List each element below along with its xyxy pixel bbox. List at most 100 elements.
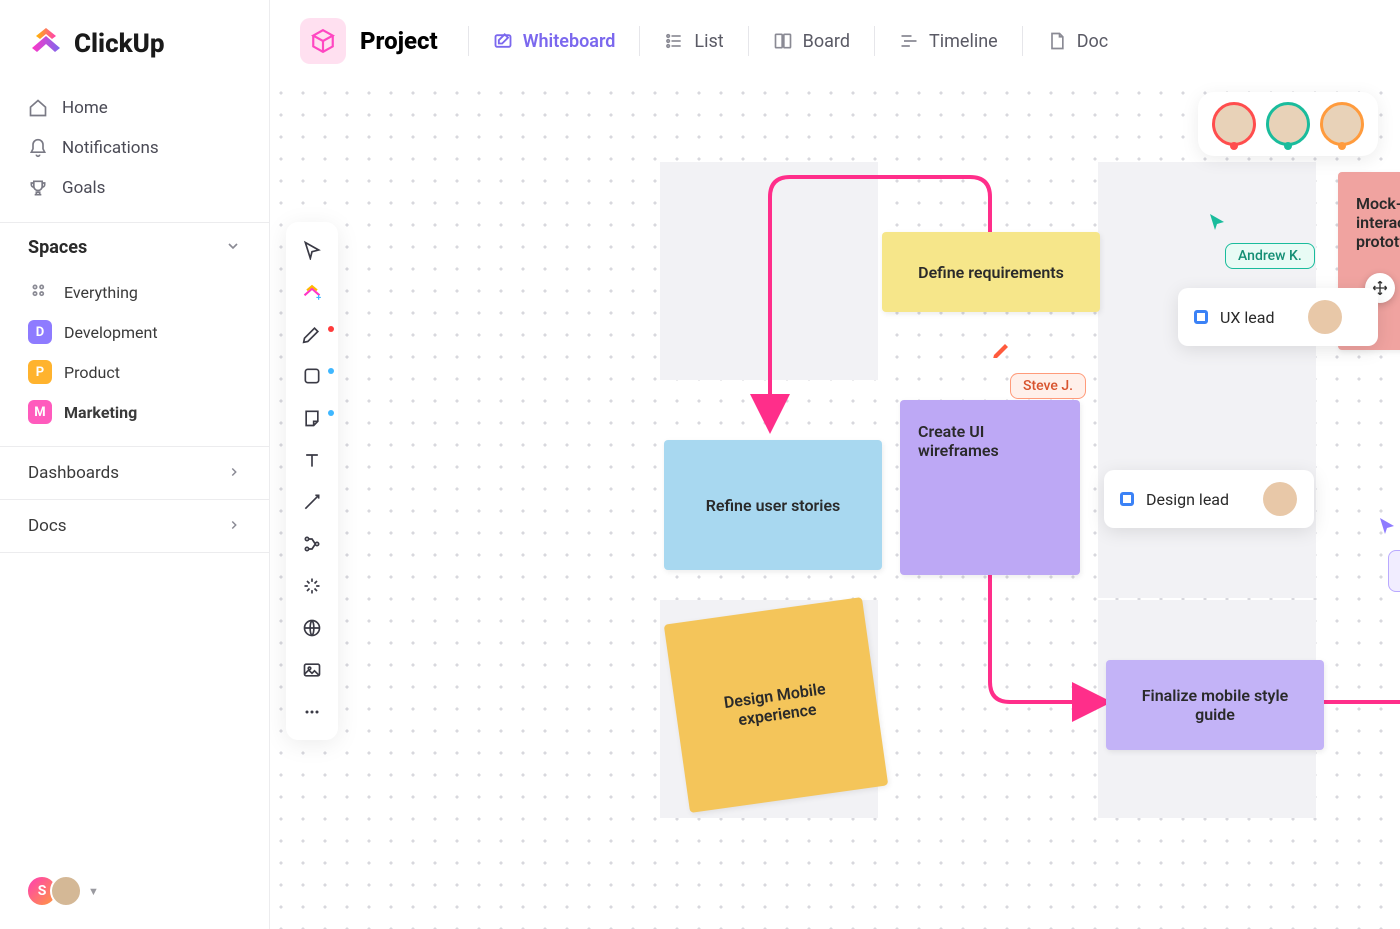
tool-clickup-create[interactable]: + — [292, 274, 332, 310]
tool-connector[interactable] — [292, 484, 332, 520]
assignee-avatar — [1308, 300, 1342, 334]
section-docs[interactable]: Docs — [0, 499, 269, 553]
tab-board-label: Board — [803, 31, 850, 52]
note-text: Finalize mobile style guide — [1124, 686, 1306, 724]
space-product-icon: P — [28, 360, 52, 384]
space-everything[interactable]: Everything — [18, 272, 251, 312]
list-icon — [664, 31, 684, 51]
note-text: Refine user stories — [706, 496, 841, 515]
space-marketing[interactable]: M Marketing — [18, 392, 251, 432]
tool-shape-square[interactable] — [292, 358, 332, 394]
collaborator-avatar[interactable] — [1266, 102, 1310, 146]
tab-whiteboard-label: Whiteboard — [523, 31, 616, 52]
user-menu[interactable]: S ▼ — [0, 853, 269, 929]
nav-notifications[interactable]: Notifications — [18, 128, 251, 168]
tool-text[interactable] — [292, 442, 332, 478]
collaborator-avatar[interactable] — [1212, 102, 1256, 146]
task-text: Design lead — [1146, 490, 1229, 509]
space-development[interactable]: D Development — [18, 312, 251, 352]
project-cube-icon — [300, 18, 346, 64]
timeline-icon — [899, 31, 919, 51]
nav-goals[interactable]: Goals — [18, 168, 251, 208]
space-product[interactable]: P Product — [18, 352, 251, 392]
sticky-note-wireframes[interactable]: Create UI wireframes — [900, 400, 1080, 575]
task-status-square — [1120, 492, 1134, 506]
nav-home-label: Home — [62, 98, 108, 118]
note-text: Create UI wireframes — [918, 422, 1062, 460]
whiteboard-canvas[interactable]: Define requirements Refine user stories … — [270, 82, 1400, 929]
sticky-note-mobile-exp[interactable]: Design Mobile experience — [664, 597, 888, 813]
clickup-logo-icon — [28, 24, 64, 64]
shade-block — [1098, 162, 1316, 380]
chevron-right-icon — [227, 517, 241, 536]
task-card-ux-lead[interactable]: UX lead — [1178, 288, 1378, 346]
assignee-avatar — [1263, 482, 1297, 516]
separator — [1022, 26, 1023, 56]
svg-text:+: + — [316, 293, 321, 302]
sticky-note-finalize[interactable]: Finalize mobile style guide — [1106, 660, 1324, 750]
tag-text: Andrew K. — [1238, 248, 1302, 264]
tab-timeline[interactable]: Timeline — [887, 25, 1010, 58]
logo[interactable]: ClickUp — [0, 0, 269, 84]
dashboards-label: Dashboards — [28, 463, 119, 483]
space-everything-label: Everything — [64, 283, 138, 302]
brand-name: ClickUp — [74, 29, 165, 59]
collaborator-avatar[interactable] — [1320, 102, 1364, 146]
space-product-label: Product — [64, 363, 120, 382]
section-dashboards[interactable]: Dashboards — [0, 446, 269, 499]
nav-notifications-label: Notifications — [62, 138, 159, 158]
space-marketing-icon: M — [28, 400, 52, 424]
tool-relations[interactable] — [292, 526, 332, 562]
shade-block — [660, 162, 878, 380]
tool-ai-sparkle[interactable] — [292, 568, 332, 604]
tab-list[interactable]: List — [652, 25, 735, 58]
spaces-title: Spaces — [28, 237, 87, 258]
grid-icon — [28, 280, 52, 304]
tab-list-label: List — [694, 31, 723, 52]
caret-down-icon: ▼ — [88, 885, 99, 898]
tool-pencil[interactable] — [292, 316, 332, 352]
tab-timeline-label: Timeline — [929, 31, 998, 52]
chevron-down-icon — [225, 238, 241, 258]
tool-image[interactable] — [292, 652, 332, 688]
note-text: Design Mobile experience — [692, 675, 860, 735]
header: Project Whiteboard List Board Timeline D… — [270, 0, 1400, 82]
task-status-square — [1194, 310, 1208, 324]
project-header[interactable]: Project — [300, 18, 438, 64]
separator — [468, 26, 469, 56]
note-text: Mock-up interactive prototype — [1356, 194, 1400, 251]
note-text: Define requirements — [918, 263, 1064, 282]
separator — [748, 26, 749, 56]
separator — [639, 26, 640, 56]
sticky-note-refine[interactable]: Refine user stories — [664, 440, 882, 570]
bell-icon — [28, 138, 48, 158]
tool-pointer[interactable] — [292, 232, 332, 268]
sidebar: ClickUp Home Notifications Goals Spaces … — [0, 0, 270, 929]
pencil-cursor-icon — [991, 338, 1011, 358]
canvas-toolbar: + — [286, 222, 338, 740]
tab-whiteboard[interactable]: Whiteboard — [481, 25, 628, 58]
tag-text: Steve J. — [1023, 378, 1073, 394]
doc-icon — [1047, 31, 1067, 51]
space-dev-icon: D — [28, 320, 52, 344]
docs-label: Docs — [28, 516, 67, 536]
tool-web-embed[interactable] — [292, 610, 332, 646]
task-text: UX lead — [1220, 308, 1274, 327]
tab-doc-label: Doc — [1077, 31, 1109, 52]
nav-home[interactable]: Home — [18, 88, 251, 128]
board-icon — [773, 31, 793, 51]
cursor-icon — [1208, 212, 1228, 232]
tool-more[interactable] — [292, 694, 332, 730]
spaces-header[interactable]: Spaces — [0, 222, 269, 268]
tab-doc[interactable]: Doc — [1035, 25, 1121, 58]
sticky-note-define[interactable]: Define requirements — [882, 232, 1100, 312]
cursor-tag-andrew: Andrew K. — [1225, 243, 1315, 269]
tab-board[interactable]: Board — [761, 25, 862, 58]
collaborators-bar[interactable] — [1198, 92, 1378, 156]
task-card-design-lead[interactable]: Design lead — [1104, 470, 1314, 528]
user-avatar-photo — [50, 875, 82, 907]
nav-goals-label: Goals — [62, 178, 105, 198]
trophy-icon — [28, 178, 48, 198]
tool-sticky-note[interactable] — [292, 400, 332, 436]
separator — [874, 26, 875, 56]
